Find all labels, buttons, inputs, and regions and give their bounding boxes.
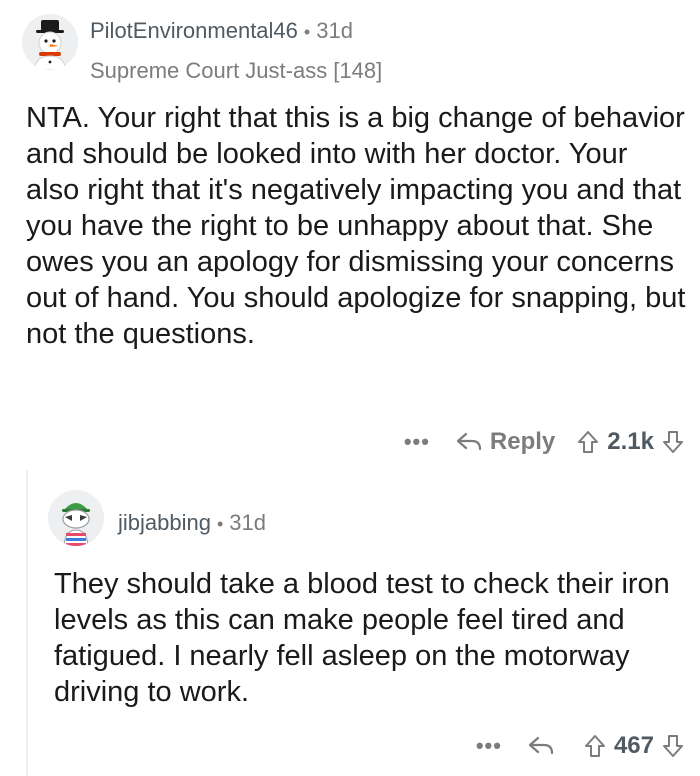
- author-name[interactable]: jibjabbing: [118, 510, 211, 536]
- upvote-arrow-icon[interactable]: [577, 430, 599, 454]
- reply-label: Reply: [489, 428, 556, 455]
- reply-arrow-icon: [528, 736, 554, 755]
- user-flair: Supreme Court Just-ass [148]: [90, 58, 383, 83]
- downvote-arrow-icon[interactable]: [662, 734, 684, 758]
- comment-body: They should take a blood test to check t…: [54, 568, 670, 708]
- comment-meta: PilotEnvironmental46 • 31d: [90, 18, 353, 44]
- vote-controls: 2.1k: [577, 428, 684, 456]
- comment-age: 31d: [229, 510, 266, 535]
- vote-score: 467: [613, 732, 654, 759]
- meta-separator: •: [303, 22, 311, 42]
- comment-actions: ••• 467: [476, 732, 684, 760]
- author-name[interactable]: PilotEnvironmental46: [90, 18, 298, 44]
- thread-line[interactable]: [26, 470, 28, 776]
- vote-controls: 467: [584, 732, 684, 760]
- reply-button[interactable]: Reply: [456, 428, 555, 456]
- avatar[interactable]: [48, 490, 104, 546]
- snowman-avatar-icon: [22, 14, 78, 70]
- comment-meta: jibjabbing • 31d: [118, 510, 266, 536]
- more-options-button[interactable]: •••: [404, 429, 430, 455]
- more-options-button[interactable]: •••: [476, 733, 502, 759]
- comment-body: NTA. Your right that this is a big chang…: [26, 102, 686, 350]
- snoo-avatar-icon: [48, 490, 104, 546]
- reply-button[interactable]: [528, 735, 562, 757]
- comment-actions: ••• Reply 2.1k: [404, 428, 684, 456]
- vote-score: 2.1k: [607, 428, 654, 455]
- avatar[interactable]: [22, 14, 78, 70]
- comment-age: 31d: [316, 18, 353, 43]
- meta-separator: •: [216, 514, 224, 534]
- downvote-arrow-icon[interactable]: [662, 430, 684, 454]
- reply-arrow-icon: [456, 432, 482, 451]
- upvote-arrow-icon[interactable]: [584, 734, 606, 758]
